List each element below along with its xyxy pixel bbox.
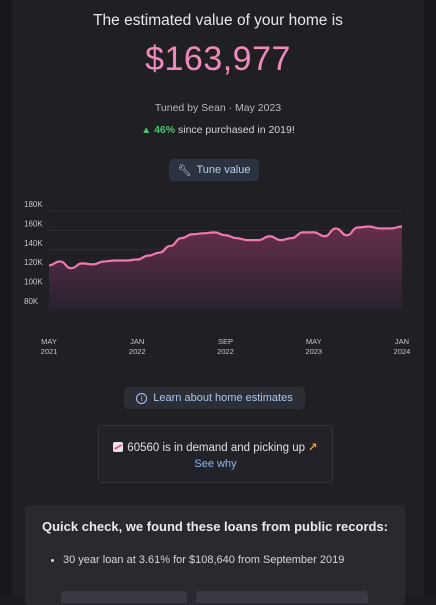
loan-suffix: for $108,640 from September 2019 (170, 554, 345, 566)
loans-card: Quick check, we found these loans from p… (25, 505, 405, 605)
x-tick-label: SEP (218, 337, 233, 346)
x-tick-year: 2024 (394, 347, 411, 356)
trend-up-arrow-icon: ↗ (308, 442, 318, 454)
x-tick-label: MAY (306, 337, 322, 346)
tuned-by-text: Tuned by Sean · May 2023 (154, 102, 282, 114)
up-arrow-icon: ▲ (141, 125, 152, 136)
bullet (51, 559, 54, 562)
x-tick-year: 2023 (305, 347, 322, 356)
estimated-value: $163,977 (145, 40, 291, 78)
y-tick-label: 120K (24, 258, 43, 267)
learn-about-estimates-button[interactable]: i Learn about home estimates (124, 387, 305, 409)
trend-chart-icon (113, 442, 124, 452)
x-tick-year: 2022 (217, 347, 234, 356)
loan-action-button-left[interactable] (61, 591, 187, 603)
estimate-headline: The estimated value of your home is (93, 12, 343, 29)
home-value-chart: 180K 160K 140K 120K 100K 80K MAY 2021 JAN 2022 SEP… (20, 195, 416, 365)
y-tick-label: 100K (24, 278, 43, 287)
chart-svg: 180K160K140K120K100K80KMAY2021JAN2022SEP… (24, 200, 411, 356)
loan-rate: 3.61% (138, 554, 171, 566)
x-tick-label: MAY (41, 337, 57, 346)
tune-value-button[interactable]: 🔧︎ Tune value (169, 159, 259, 181)
x-tick-label: JAN (395, 337, 409, 346)
loan-prefix: 30 year loan at (63, 554, 139, 566)
info-icon: i (136, 392, 148, 404)
y-tick-label: 180K (24, 200, 43, 209)
tune-value-label: Tune value (196, 164, 251, 176)
y-tick-label: 80K (24, 297, 39, 306)
loan-item: 30 year loan at 3.61% for $108,640 from … (51, 554, 345, 566)
x-tick-year: 2021 (41, 347, 58, 356)
demand-text: 60560 is in demand and picking up (127, 442, 306, 454)
gain-percent: 46% (154, 124, 176, 136)
demand-card: 60560 is in demand and picking up ↗ See w… (98, 425, 333, 483)
gain-text: since purchased in 2019! (175, 124, 295, 136)
series-area (49, 226, 402, 308)
left-edge (0, 0, 12, 595)
value-gain: ▲ 46% since purchased in 2019! (0, 124, 436, 136)
y-tick-label: 160K (24, 219, 43, 228)
y-tick-label: 140K (24, 239, 43, 248)
x-tick-label: JAN (130, 337, 144, 346)
wrench-icon: 🔧︎ (177, 164, 192, 177)
right-edge (424, 0, 436, 595)
demand-line: 60560 is in demand and picking up ↗ (99, 440, 332, 454)
learn-label: Learn about home estimates (153, 392, 293, 404)
loans-title: Quick check, we found these loans from p… (41, 519, 389, 534)
x-tick-year: 2022 (129, 347, 146, 356)
see-why-link[interactable]: See why (99, 458, 332, 470)
loan-action-button-right[interactable] (196, 591, 368, 603)
